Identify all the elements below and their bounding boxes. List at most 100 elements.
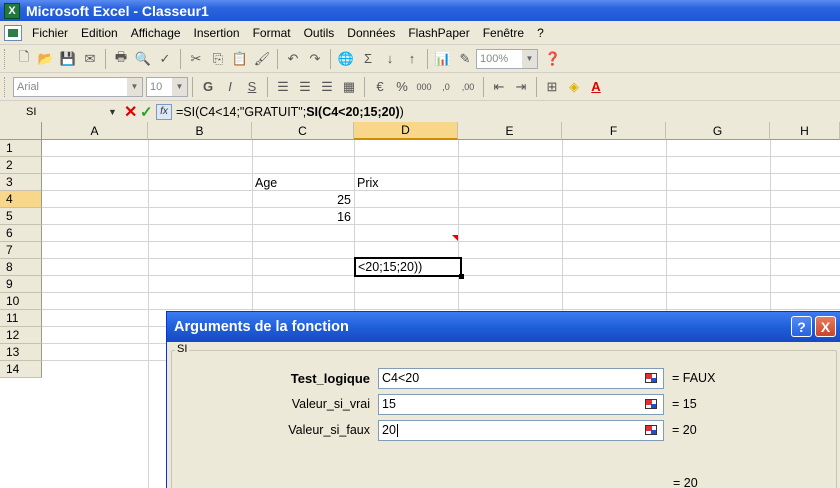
cell-d3[interactable]: Prix <box>355 174 455 191</box>
test-logique-input[interactable]: C4<20 <box>378 367 664 389</box>
help-icon[interactable]: ❓ <box>542 48 564 70</box>
close-button[interactable]: X <box>815 316 836 337</box>
borders-icon[interactable]: ⊞ <box>541 76 563 98</box>
row-header-9[interactable]: 9 <box>0 276 42 293</box>
name-box-dropdown-icon[interactable]: ▼ <box>108 107 120 117</box>
menu-outils[interactable]: Outils <box>304 26 335 40</box>
column-header-e[interactable]: E <box>458 122 562 140</box>
currency-icon[interactable]: € <box>369 76 391 98</box>
cancel-icon[interactable]: ✕ <box>124 102 140 122</box>
enter-icon[interactable]: ✓ <box>140 103 156 121</box>
select-all-corner[interactable] <box>0 122 42 140</box>
italic-icon[interactable]: I <box>219 76 241 98</box>
font-size-select[interactable]: 10 ▼ <box>146 76 188 97</box>
row-header-6[interactable]: 6 <box>0 225 42 242</box>
row-header-7[interactable]: 7 <box>0 242 42 259</box>
permission-icon[interactable]: ✉ <box>79 48 101 70</box>
cell-c4[interactable]: 25 <box>253 191 353 208</box>
sort-descending-icon[interactable]: ↑ <box>401 48 423 70</box>
column-header-g[interactable]: G <box>666 122 770 140</box>
menu-fichier[interactable]: Fichier <box>32 26 68 40</box>
toolbar-grip[interactable] <box>4 76 7 97</box>
new-icon[interactable]: 🗋 <box>13 48 35 70</box>
decrease-decimal-icon[interactable]: ,00 <box>457 76 479 98</box>
row-header-10[interactable]: 10 <box>0 293 42 310</box>
valeur-si-vrai-input[interactable]: 15 <box>378 393 664 415</box>
name-box[interactable]: SI <box>0 102 92 121</box>
increase-decimal-icon[interactable]: ,0 <box>435 76 457 98</box>
menu-format[interactable]: Format <box>253 26 291 40</box>
valeur-si-faux-input[interactable]: 20 <box>378 419 664 441</box>
row-header-1[interactable]: 1 <box>0 140 42 157</box>
help-button[interactable]: ? <box>791 316 812 337</box>
column-header-a[interactable]: A <box>42 122 148 140</box>
undo-icon[interactable]: ↶ <box>282 48 304 70</box>
row-header-11[interactable]: 11 <box>0 310 42 327</box>
toolbar-grip[interactable] <box>4 48 7 69</box>
paste-icon[interactable]: 📋 <box>229 48 251 70</box>
redo-icon[interactable]: ↷ <box>304 48 326 70</box>
active-cell-d4[interactable]: <20;15;20)) <box>354 257 464 279</box>
row-header-14[interactable]: 14 <box>0 361 42 378</box>
underline-icon[interactable]: S <box>241 76 263 98</box>
row-header-3[interactable]: 3 <box>0 174 42 191</box>
menu-affichage[interactable]: Affichage <box>131 26 181 40</box>
hyperlink-icon[interactable]: 🌐 <box>335 48 357 70</box>
decrease-indent-icon[interactable]: ⇤ <box>488 76 510 98</box>
font-color-icon[interactable]: A <box>585 76 607 98</box>
font-name-select[interactable]: Arial ▼ <box>13 76 143 97</box>
fill-color-icon[interactable]: ◈ <box>563 76 585 98</box>
menu-edition[interactable]: Edition <box>81 26 118 40</box>
column-header-f[interactable]: F <box>562 122 666 140</box>
dialog-title-bar[interactable]: Arguments de la fonction ? X <box>167 312 840 342</box>
bold-icon[interactable]: G <box>197 76 219 98</box>
menu-flashpaper[interactable]: FlashPaper <box>408 26 469 40</box>
autosum-icon[interactable]: Σ <box>357 48 379 70</box>
align-left-icon[interactable]: ☰ <box>272 76 294 98</box>
collapse-dialog-icon[interactable] <box>642 423 660 438</box>
align-right-icon[interactable]: ☰ <box>316 76 338 98</box>
chevron-down-icon[interactable]: ▼ <box>127 77 142 96</box>
formula-input[interactable]: =SI(C4<14;"GRATUIT";SI(C4<20;15;20)) <box>176 105 404 119</box>
row-header-12[interactable]: 12 <box>0 327 42 344</box>
chevron-down-icon[interactable]: ▼ <box>522 49 537 68</box>
print-preview-icon[interactable]: 🔍 <box>132 48 154 70</box>
collapse-dialog-icon[interactable] <box>642 371 660 386</box>
sort-ascending-icon[interactable]: ↓ <box>379 48 401 70</box>
thousands-icon[interactable]: 000 <box>413 76 435 98</box>
format-painter-icon[interactable]: 🖌 <box>251 48 273 70</box>
column-header-b[interactable]: B <box>148 122 252 140</box>
cell-c3[interactable]: Age <box>253 174 353 191</box>
row-header-5[interactable]: 5 <box>0 208 42 225</box>
workbook-icon[interactable] <box>4 24 22 41</box>
column-header-c[interactable]: C <box>252 122 354 140</box>
drawing-icon[interactable]: ✎ <box>454 48 476 70</box>
column-header-d[interactable]: D <box>354 122 458 140</box>
menu-fenetre[interactable]: Fenêtre <box>483 26 524 40</box>
save-icon[interactable]: 💾 <box>57 48 79 70</box>
menu-insertion[interactable]: Insertion <box>194 26 240 40</box>
increase-indent-icon[interactable]: ⇥ <box>510 76 532 98</box>
spelling-icon[interactable]: ✓ <box>154 48 176 70</box>
column-header-h[interactable]: H <box>770 122 840 140</box>
row-header-13[interactable]: 13 <box>0 344 42 361</box>
cell-c5[interactable]: 16 <box>253 208 353 225</box>
print-icon[interactable]: 🖶 <box>110 48 132 70</box>
row-header-8[interactable]: 8 <box>0 259 42 276</box>
menu-donnees[interactable]: Données <box>347 26 395 40</box>
zoom-select[interactable]: 100% ▼ <box>476 48 538 69</box>
cut-icon[interactable]: ✂ <box>185 48 207 70</box>
collapse-dialog-icon[interactable] <box>642 397 660 412</box>
chart-wizard-icon[interactable]: 📊 <box>432 48 454 70</box>
chevron-down-icon[interactable]: ▼ <box>172 77 187 96</box>
row-header-4[interactable]: 4 <box>0 191 42 208</box>
menu-help[interactable]: ? <box>537 26 544 40</box>
comment-indicator[interactable] <box>452 235 458 241</box>
copy-icon[interactable]: ⎘ <box>207 48 229 70</box>
insert-function-icon[interactable]: fx <box>156 103 172 120</box>
row-header-2[interactable]: 2 <box>0 157 42 174</box>
merge-center-icon[interactable]: ▦ <box>338 76 360 98</box>
align-center-icon[interactable]: ☰ <box>294 76 316 98</box>
open-icon[interactable]: 📂 <box>35 48 57 70</box>
percent-icon[interactable]: % <box>391 76 413 98</box>
